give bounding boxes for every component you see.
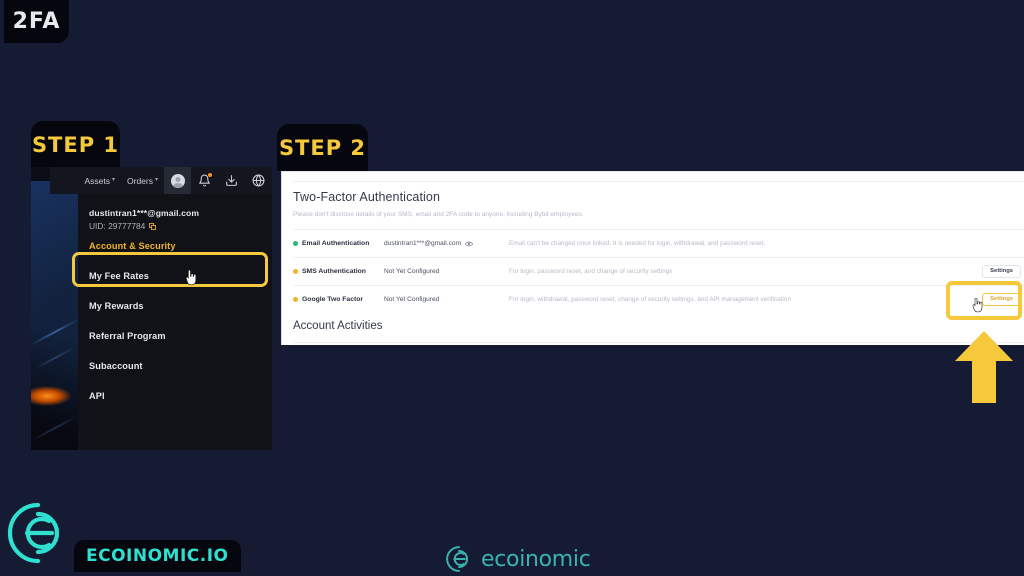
account-uid-row: UID: 29777784 bbox=[78, 221, 272, 231]
account-email: dustintran1***@gmail.com bbox=[89, 208, 200, 218]
sidebar-item-referral-program[interactable]: Referral Program bbox=[78, 321, 272, 351]
ecoinomic-wordmark-left: ECOINOMIC.IO bbox=[74, 540, 241, 572]
avatar bbox=[170, 173, 185, 188]
row-description: Email can't be changed once linked. It i… bbox=[509, 240, 766, 247]
chevron-down-icon: ▾ bbox=[111, 177, 115, 183]
cursor-pointer-icon bbox=[184, 270, 197, 286]
sidebar-item-label: Referral Program bbox=[89, 331, 166, 341]
row-action: Settings bbox=[929, 264, 1024, 279]
account-uid: UID: 29777784 bbox=[89, 221, 146, 231]
ecoinomic-brand-center: ecoinomic bbox=[445, 545, 591, 573]
user-avatar-icon[interactable] bbox=[164, 167, 191, 194]
sidebar-item-label: My Rewards bbox=[89, 301, 144, 311]
sms-settings-button[interactable]: Settings bbox=[982, 264, 1021, 279]
bell-notification-icon[interactable] bbox=[191, 167, 218, 194]
row-label: SMS Authentication bbox=[302, 268, 366, 275]
sidebar-item-my-fee-rates[interactable]: My Fee Rates bbox=[78, 261, 272, 291]
ecoinomic-wordmark-center: ecoinomic bbox=[481, 546, 591, 572]
panel-stub-text bbox=[293, 172, 1024, 179]
chevron-down-icon: ▾ bbox=[154, 177, 158, 183]
notification-dot bbox=[208, 173, 212, 177]
sidebar-item-label: Account & Security bbox=[89, 241, 176, 251]
nav-item-orders[interactable]: Orders ▾ bbox=[121, 167, 164, 194]
row-value: Not Yet Configured bbox=[384, 296, 509, 303]
row-value-text: Not Yet Configured bbox=[384, 296, 440, 303]
cursor-pointer-icon bbox=[971, 298, 984, 314]
sidebar-item-label: My Fee Rates bbox=[89, 271, 149, 281]
nav-item-assets[interactable]: Assets ▾ bbox=[78, 167, 121, 194]
status-dot-icon bbox=[293, 269, 298, 274]
sidebar-item-account-security[interactable]: Account & Security bbox=[78, 231, 272, 261]
table-row: SMS Authentication Not Yet Configured Fo… bbox=[293, 257, 1024, 285]
row-label: Google Two Factor bbox=[302, 296, 364, 303]
top-navigation-bar: Assets ▾ Orders ▾ bbox=[50, 167, 272, 194]
pointing-arrow-icon bbox=[955, 331, 1013, 403]
status-dot-icon bbox=[293, 297, 298, 302]
nav-item-orders-label: Orders bbox=[127, 175, 153, 186]
ecoinomic-logo-mark bbox=[5, 500, 71, 566]
google-2fa-settings-button[interactable]: Settings bbox=[982, 292, 1021, 307]
account-menu-screenshot: Assets ▾ Orders ▾ dustintran1***@gmail.c… bbox=[31, 167, 272, 450]
two-factor-authentication-panel: Two-Factor Authentication Please don't d… bbox=[281, 171, 1024, 345]
sidebar-item-label: API bbox=[89, 391, 105, 401]
table-row: Email Authentication dustintran1***@gmai… bbox=[293, 229, 1024, 257]
topic-badge: 2FA bbox=[4, 0, 69, 43]
row-description: For login, password reset, and change of… bbox=[509, 268, 673, 275]
sidebar-item-subaccount[interactable]: Subaccount bbox=[78, 351, 272, 381]
sidebar-item-label: Subaccount bbox=[89, 361, 143, 371]
background-artwork bbox=[31, 181, 81, 450]
eye-icon[interactable] bbox=[464, 241, 474, 247]
section-title-account-activities: Account Activities bbox=[293, 320, 383, 332]
row-value: dustintran1***@gmail.com bbox=[384, 240, 509, 247]
step-1-badge: STEP 1 bbox=[31, 121, 120, 168]
row-value-text: dustintran1***@gmail.com bbox=[384, 240, 462, 247]
globe-language-icon[interactable] bbox=[245, 167, 272, 194]
row-value-text: Not Yet Configured bbox=[384, 268, 440, 275]
screenshot-stage: 2FA STEP 1 STEP 2 Assets ▾ Orders ▾ dust… bbox=[0, 0, 1024, 576]
row-value: Not Yet Configured bbox=[384, 268, 509, 275]
account-dropdown-menu: dustintran1***@gmail.com UID: 29777784 A… bbox=[78, 194, 272, 450]
table-row: Google Two Factor Not Yet Configured For… bbox=[293, 285, 1024, 313]
download-icon[interactable] bbox=[218, 167, 245, 194]
row-label: Email Authentication bbox=[302, 240, 370, 247]
panel-disclaimer-note: Please don't disclose details of your SM… bbox=[293, 211, 584, 218]
page-title: Two-Factor Authentication bbox=[293, 190, 441, 204]
sidebar-item-api[interactable]: API bbox=[78, 381, 272, 411]
panel-previous-row-stub bbox=[293, 172, 1024, 182]
row-description: For login, withdrawal, password reset, c… bbox=[509, 296, 792, 303]
copy-icon[interactable] bbox=[149, 222, 157, 230]
sidebar-item-my-rewards[interactable]: My Rewards bbox=[78, 291, 272, 321]
panel-divider bbox=[293, 342, 1024, 343]
nav-item-assets-label: Assets bbox=[84, 175, 110, 186]
step-2-badge: STEP 2 bbox=[277, 124, 368, 171]
ecoinomic-logo-mark bbox=[445, 545, 473, 573]
status-dot-icon bbox=[293, 241, 298, 246]
